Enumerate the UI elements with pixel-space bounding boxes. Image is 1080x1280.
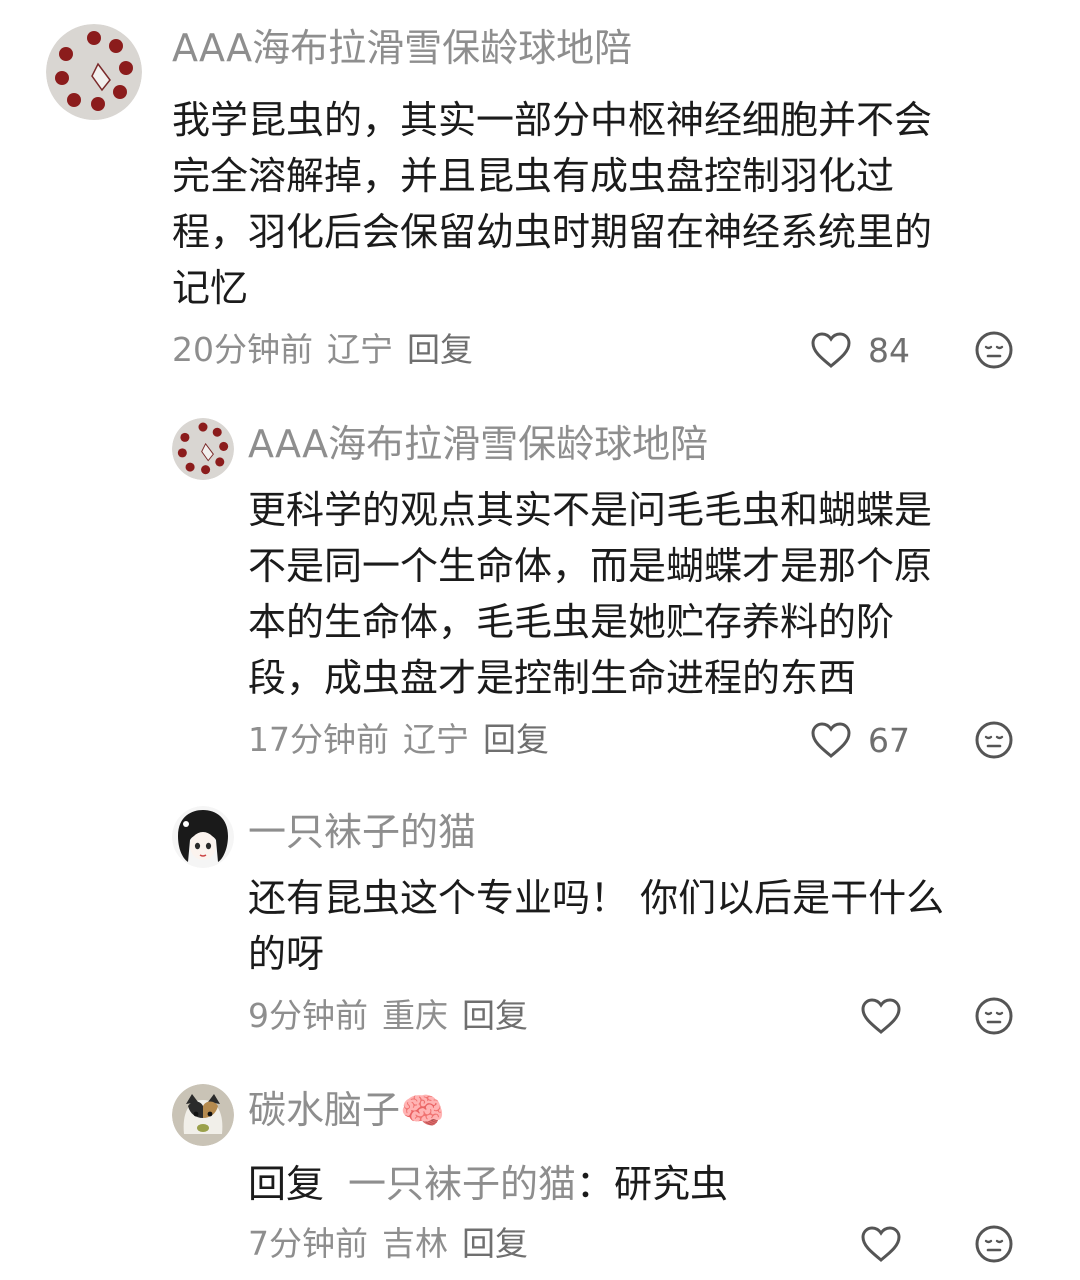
username[interactable]: 碳水脑子🧠 (248, 1086, 445, 1136)
comment-line: 本的生命体，毛毛虫是她贮存养料的阶 (248, 600, 895, 644)
avatar[interactable] (172, 1084, 234, 1146)
location: 吉林 (382, 1224, 448, 1263)
comment-meta: 9分钟前 重庆 回复 (248, 994, 542, 1038)
comment-body: 我学昆虫的，其实一部分中枢神经细胞并不会 完全溶解掉，并且昆虫有成虫盘控制羽化过… (172, 92, 1032, 316)
strawberry-ring-avatar (46, 24, 142, 120)
avatar[interactable] (172, 418, 234, 480)
reply-button[interactable]: 回复 (462, 996, 528, 1035)
comment-line: 完全溶解掉，并且昆虫有成虫盘控制羽化过 (172, 154, 895, 198)
dislike-button[interactable] (974, 720, 1014, 760)
username-text: 碳水脑子 (248, 1088, 401, 1132)
comment-meta: 7分钟前 吉林 回复 (248, 1222, 542, 1266)
like-count: 84 (868, 330, 910, 370)
timestamp: 7分钟前 (248, 1224, 368, 1263)
heart-icon (811, 332, 851, 368)
heart-icon (811, 722, 851, 758)
comment-line: 记忆 (172, 266, 249, 310)
comment-line: 段，成虫盘才是控制生命进程的东西 (248, 656, 857, 700)
comment-body: 回复 一只袜子的猫：研究虫 (248, 1162, 729, 1206)
reply-button[interactable]: 回复 (407, 330, 473, 369)
comment-meta: 17分钟前 辽宁 回复 (248, 718, 563, 762)
location: 辽宁 (327, 330, 393, 369)
location: 重庆 (382, 996, 448, 1035)
location: 辽宁 (403, 720, 469, 759)
comment-body: 更科学的观点其实不是问毛毛虫和蝴蝶是 不是同一个生命体，而是蝴蝶才是那个原 本的… (248, 482, 1048, 706)
timestamp: 17分钟前 (248, 720, 389, 759)
reply-button[interactable]: 回复 (462, 1224, 528, 1263)
like-button[interactable]: 67 (810, 718, 910, 762)
anime-girl-avatar (172, 806, 234, 868)
like-count: 67 (868, 720, 910, 760)
meh-face-icon (975, 1225, 1013, 1263)
reply-prefix: 回复 (248, 1162, 325, 1206)
comment-line: 的呀 (248, 932, 325, 976)
like-button[interactable] (860, 1222, 902, 1266)
comment-meta: 20分钟前 辽宁 回复 (172, 328, 487, 372)
username[interactable]: AAA海布拉滑雪保龄球地陪 (172, 24, 632, 72)
comment-line: 不是同一个生命体，而是蝴蝶才是那个原 (248, 544, 933, 588)
comment-line: 还有昆虫这个专业吗！ 你们以后是干什么 (248, 876, 945, 920)
comment-line: 我学昆虫的，其实一部分中枢神经细胞并不会 (172, 98, 933, 142)
username[interactable]: 一只袜子的猫 (248, 808, 476, 856)
meh-face-icon (975, 331, 1013, 369)
dislike-button[interactable] (974, 1224, 1014, 1264)
comment-body: 还有昆虫这个专业吗！ 你们以后是干什么 的呀 (248, 870, 1048, 982)
like-button[interactable]: 84 (810, 328, 910, 372)
brain-icon: 🧠 (400, 1091, 445, 1132)
timestamp: 9分钟前 (248, 996, 368, 1035)
dislike-button[interactable] (974, 330, 1014, 370)
comment-line: 更科学的观点其实不是问毛毛虫和蝴蝶是 (248, 488, 933, 532)
username[interactable]: AAA海布拉滑雪保龄球地陪 (248, 420, 708, 468)
comment-line: 程，羽化后会保留幼虫时期留在神经系统里的 (172, 210, 933, 254)
meh-face-icon (975, 721, 1013, 759)
avatar[interactable] (172, 806, 234, 868)
dislike-button[interactable] (974, 996, 1014, 1036)
heart-icon (861, 1226, 901, 1262)
heart-icon (861, 998, 901, 1034)
timestamp: 20分钟前 (172, 330, 313, 369)
reply-text: 研究虫 (614, 1162, 729, 1206)
strawberry-ring-avatar (172, 418, 234, 480)
reply-button[interactable]: 回复 (483, 720, 549, 759)
kitten-avatar (172, 1084, 234, 1146)
avatar[interactable] (46, 24, 142, 120)
meh-face-icon (975, 997, 1013, 1035)
reply-target-user[interactable]: 一只袜子的猫 (348, 1162, 576, 1206)
like-button[interactable] (860, 994, 902, 1038)
